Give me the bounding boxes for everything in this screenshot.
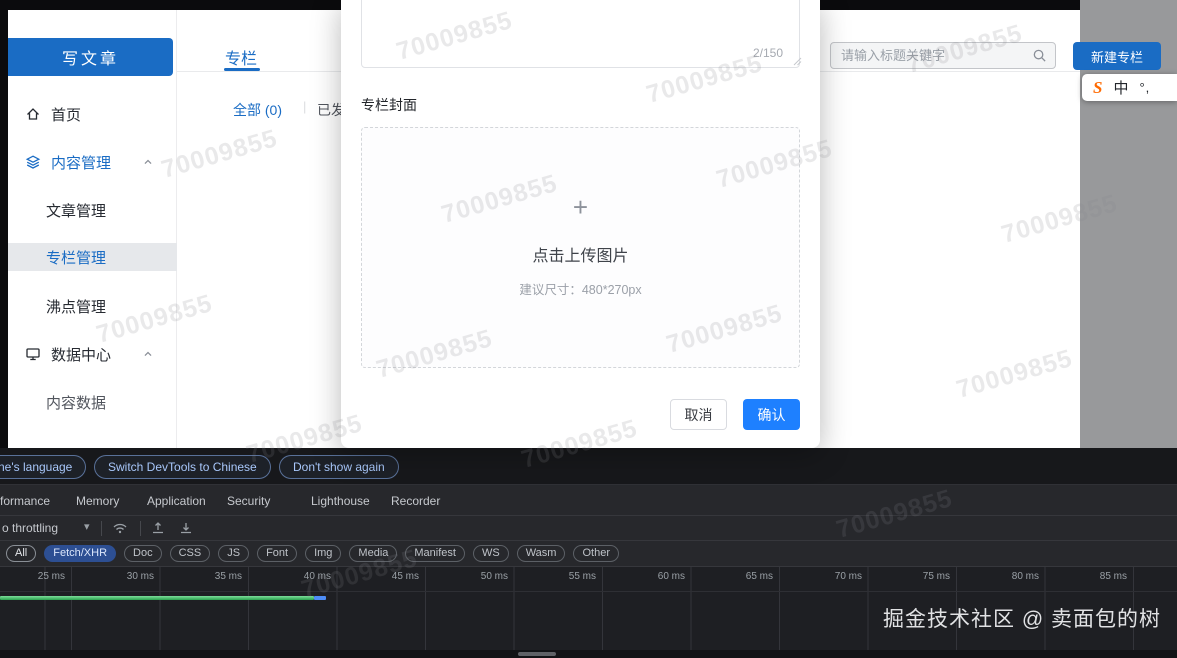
cancel-button[interactable]: 取消 [670,399,727,430]
column-description-textarea[interactable] [361,0,800,68]
devtools-tab-bar: formance Memory Application Security Lig… [0,485,1177,516]
network-conditions-icon[interactable] [112,520,128,536]
ruler-label: 70 ms [804,571,862,582]
devtools-panel: ne's language Switch DevTools to Chinese… [0,448,1177,658]
tab-security[interactable]: Security [227,494,270,508]
search-input[interactable] [831,48,1032,63]
ruler-label: 45 ms [361,571,419,582]
sidebar-item-label: 沸点管理 [46,296,106,317]
filter-chip[interactable]: Other [573,545,619,562]
ruler-label: 65 ms [715,571,773,582]
tab-performance[interactable]: formance [0,494,50,508]
sidebar-item-pins-management[interactable]: 沸点管理 [8,292,177,320]
toolbar-divider [101,521,102,536]
filter-chip[interactable]: Media [349,545,397,562]
toolbar-divider [140,521,141,536]
network-activity-tip [314,596,326,600]
tab-lighthouse[interactable]: Lighthouse [311,494,370,508]
ruler-label: 25 ms [7,571,65,582]
sogou-logo: S [1093,78,1102,98]
ruler-label: 85 ms [1069,571,1127,582]
filter-chip[interactable]: Fetch/XHR [44,545,116,562]
filter-all[interactable]: 全部 (0) [233,100,282,120]
sidebar-item-home[interactable]: 首页 [8,100,177,128]
chevron-up-icon[interactable] [141,347,155,361]
filter-chip[interactable]: Font [257,545,297,562]
write-article-button[interactable]: 写文章 [8,38,173,76]
filter-chip[interactable]: All [6,545,36,562]
filter-divider: | [303,99,306,114]
throttling-select[interactable]: o throttling [2,521,58,535]
sidebar-item-data-center[interactable]: 数据中心 [8,340,177,368]
sidebar-item-label: 文章管理 [46,200,106,221]
infobar-switch-chinese-button[interactable]: Switch DevTools to Chinese [94,455,271,479]
tab-recorder[interactable]: Recorder [391,494,440,508]
new-column-button[interactable]: 新建专栏 [1073,42,1161,70]
upload-cover-dropzone[interactable]: + 点击上传图片 建议尺寸：480*270px [361,127,800,368]
cover-label: 专栏封面 [361,95,417,115]
page-left-strip [0,10,8,448]
filter-chip[interactable]: CSS [170,545,211,562]
search-icon[interactable] [1032,48,1055,63]
ruler-label: 30 ms [96,571,154,582]
network-overview-timeline[interactable]: 25 ms 30 ms 35 ms 40 ms 45 ms 50 ms 55 m… [0,567,1177,650]
sidebar-item-article-management[interactable]: 文章管理 [8,196,177,224]
filter-chip[interactable]: JS [218,545,249,562]
export-har-icon[interactable] [178,520,194,536]
dropdown-caret-icon[interactable]: ▾ [84,520,90,533]
sidebar-item-label: 首页 [51,104,81,125]
ime-indicator: S 中 °, [1082,74,1177,101]
devtools-bottom-scrollbar [0,650,1177,658]
sidebar-item-label: 专栏管理 [46,247,106,268]
char-counter: 2/150 [753,46,783,60]
sidebar-item-column-management[interactable]: 专栏管理 [8,243,177,271]
layers-icon [25,154,41,170]
ruler-label: 35 ms [184,571,242,582]
ruler-label: 50 ms [450,571,508,582]
filter-chip[interactable]: Wasm [517,545,566,562]
plus-icon: + [362,194,799,220]
tab-memory[interactable]: Memory [76,494,119,508]
request-type-filter-bar: All Fetch/XHR Doc CSS JS Font Img Media … [0,541,1177,567]
sidebar-item-label: 内容管理 [51,152,111,173]
resize-grip-icon[interactable] [793,57,802,66]
ime-lang-mode[interactable]: 中 [1113,77,1128,98]
screen: 写文章 首页 内容管理 文章管理 专栏管理 沸点管理 数据中心 内容数据 [0,0,1177,658]
sidebar-item-label: 数据中心 [51,344,111,365]
ruler-label: 40 ms [273,571,331,582]
upload-hint: 建议尺寸：480*270px [362,279,799,298]
sidebar-item-label: 内容数据 [46,392,106,413]
filter-chip[interactable]: WS [473,545,509,562]
filter-chip[interactable]: Doc [124,545,162,562]
home-icon [25,106,41,122]
tab-columns[interactable]: 专栏 [225,45,257,69]
sidebar-item-content-data[interactable]: 内容数据 [8,388,177,416]
confirm-button[interactable]: 确认 [743,399,800,430]
infobar-dont-show-button[interactable]: Don't show again [279,455,399,479]
monitor-icon [25,346,41,362]
devtools-infobar: ne's language Switch DevTools to Chinese… [0,448,1177,485]
tab-application[interactable]: Application [147,494,206,508]
upload-text: 点击上传图片 [362,242,799,266]
ruler-divider [0,591,1177,592]
new-column-modal: 2/150 专栏封面 + 点击上传图片 建议尺寸：480*270px 取消 确认 [341,0,820,448]
filter-chip[interactable]: Img [305,545,341,562]
filter-chip[interactable]: Manifest [405,545,465,562]
search-box [830,42,1056,69]
ruler-label: 75 ms [892,571,950,582]
import-har-icon[interactable] [150,520,166,536]
sidebar-item-content-management[interactable]: 内容管理 [8,148,177,176]
horizontal-scrollbar-thumb[interactable] [518,652,556,656]
infobar-language-button[interactable]: ne's language [0,455,86,479]
ime-punct-mode[interactable]: °, [1139,80,1150,95]
network-toolbar: o throttling ▾ [0,516,1177,541]
watermark: 70009855 [953,344,1076,405]
chevron-up-icon[interactable] [141,155,155,169]
brand-watermark: 掘金技术社区 @ 卖面包的树 [883,603,1161,633]
ruler-label: 55 ms [538,571,596,582]
network-activity-bar [0,596,314,600]
ruler-label: 80 ms [981,571,1039,582]
ruler-label: 60 ms [627,571,685,582]
